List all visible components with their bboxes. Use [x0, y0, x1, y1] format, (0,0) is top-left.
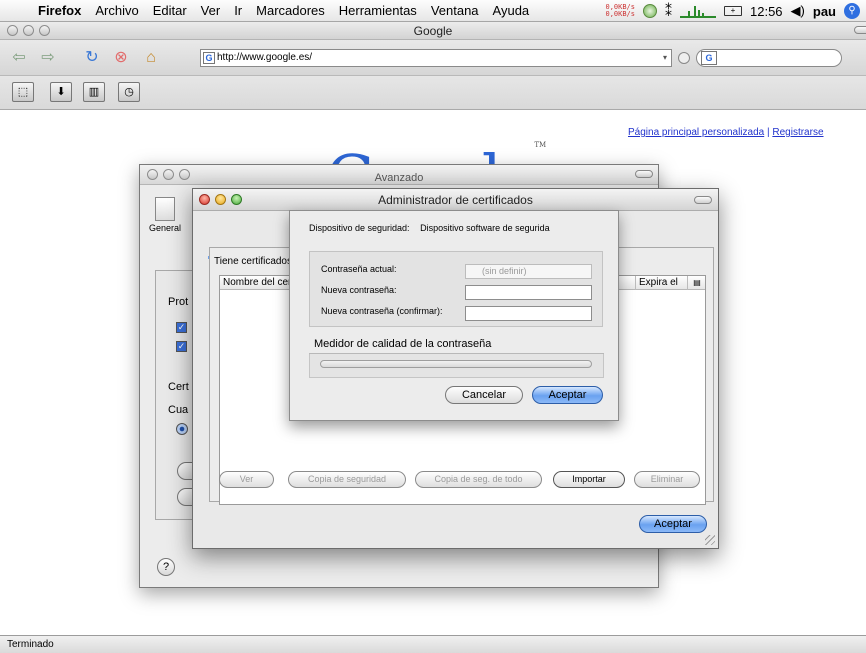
url-input[interactable]: G http://www.google.es/ ▾ — [200, 49, 672, 67]
menu-firefox[interactable]: Firefox — [34, 3, 88, 18]
backup-all-button: Copia de seg. de todo — [415, 471, 542, 488]
certificate-manager-title: Administrador de certificados — [378, 193, 533, 207]
navigation-toolbar: ⇦ ⇨ ↻ ⊗ ⌂ G http://www.google.es/ ▾ G — [0, 40, 866, 76]
menu-bar: Firefox Archivo Editar Ver Ir Marcadores… — [0, 0, 866, 22]
certificate-manager-title-bar: Administrador de certificados — [193, 189, 718, 211]
protection-label: Prot — [168, 296, 189, 308]
reload-icon[interactable]: ↻ — [81, 47, 103, 69]
current-password-label: Contraseña actual: — [321, 264, 397, 274]
confirm-password-label: Nueva contraseña (confirmar): — [321, 306, 443, 316]
save-page-icon[interactable]: ⬇ — [50, 82, 72, 102]
bookmarks-icon[interactable]: ▥ — [83, 82, 105, 102]
tab-general[interactable]: General — [146, 197, 184, 233]
column-picker-icon[interactable]: ▤ — [687, 276, 706, 290]
new-password-field[interactable] — [465, 285, 592, 300]
current-password-field: (sin definir) — [465, 264, 592, 279]
go-icon[interactable] — [678, 52, 690, 64]
history-icon[interactable]: ◷ — [118, 82, 140, 102]
user-name[interactable]: pau — [813, 4, 836, 19]
quality-meter — [309, 354, 604, 378]
radio-button[interactable] — [176, 423, 188, 435]
checkbox[interactable]: ✓ — [176, 341, 187, 352]
logo-tm: TM — [534, 141, 547, 149]
checkbox[interactable]: ✓ — [176, 322, 187, 333]
menu-ir[interactable]: Ir — [227, 3, 249, 18]
toolbar-toggle-button[interactable] — [694, 196, 712, 204]
link-separator: | — [766, 127, 770, 138]
search-input[interactable]: G — [696, 49, 842, 67]
you-have-label: Tiene certificados — [214, 256, 292, 267]
device-label: Dispositivo de seguridad: — [309, 223, 410, 233]
password-fields-group: Contraseña actual: (sin definir) Nueva c… — [309, 251, 603, 327]
toolbar-toggle-button[interactable] — [854, 26, 866, 34]
view-button: Ver — [219, 471, 274, 488]
register-link[interactable]: Registrarse — [772, 127, 823, 138]
certificates-label: Cert — [168, 381, 189, 393]
menu-archivo[interactable]: Archivo — [88, 3, 145, 18]
menu-ventana[interactable]: Ventana — [424, 3, 486, 18]
downloads-icon[interactable]: ⬚ — [12, 82, 34, 102]
general-icon — [155, 197, 175, 221]
backup-button: Copia de seguridad — [288, 471, 406, 488]
browser-title-bar: Google — [0, 22, 866, 40]
cancel-button[interactable]: Cancelar — [445, 386, 523, 404]
resize-grip[interactable] — [705, 535, 715, 545]
url-text: http://www.google.es/ — [217, 52, 313, 63]
disk-activity-icon — [643, 4, 657, 18]
status-bar: Terminado — [0, 635, 866, 653]
search-engine-icon[interactable]: G — [701, 51, 717, 65]
device-value: Dispositivo software de segurida — [420, 223, 550, 233]
back-arrow-icon[interactable]: ⇦ — [8, 47, 30, 69]
cpu-graph-icon — [680, 4, 716, 18]
quality-meter-label: Medidor de calidad de la contraseña — [314, 338, 492, 350]
menu-ayuda[interactable]: Ayuda — [486, 3, 537, 18]
menu-editar[interactable]: Editar — [146, 3, 194, 18]
import-button[interactable]: Importar — [553, 471, 625, 488]
menu-herramientas[interactable]: Herramientas — [332, 3, 424, 18]
column-name[interactable]: Nombre del cert — [223, 276, 294, 290]
bluetooth-icon[interactable]: ⁑ — [665, 3, 672, 20]
delete-button: Eliminar — [634, 471, 700, 488]
new-password-label: Nueva contraseña: — [321, 285, 397, 295]
net-down: 0,0KB/s — [605, 10, 635, 18]
tab-general-label: General — [148, 223, 182, 233]
forward-arrow-icon[interactable]: ⇨ — [37, 47, 59, 69]
column-expires[interactable]: Expira el — [635, 276, 678, 290]
home-icon[interactable]: ⌂ — [140, 47, 162, 69]
change-password-sheet: Dispositivo de seguridad: Dispositivo so… — [289, 210, 619, 421]
battery-icon[interactable]: + — [724, 6, 742, 16]
menu-marcadores[interactable]: Marcadores — [249, 3, 332, 18]
site-favicon-icon: G — [203, 52, 215, 64]
bookmarks-toolbar: ⬚ ⬇ ▥ ◷ — [0, 76, 866, 110]
chevron-down-icon[interactable]: ▾ — [663, 50, 667, 66]
spotlight-icon[interactable]: ⚲ — [844, 3, 860, 19]
when-label: Cua — [168, 404, 189, 416]
help-button[interactable]: ? — [157, 558, 175, 576]
network-monitor: 0,0KB/s 0,0KB/s — [605, 4, 635, 18]
browser-title: Google — [413, 24, 453, 38]
stop-icon[interactable]: ⊗ — [110, 47, 132, 69]
clock[interactable]: 12:56 — [750, 4, 783, 19]
preferences-title: Avanzado — [374, 172, 424, 184]
volume-icon[interactable]: ◀) — [791, 3, 805, 19]
personalized-home-link[interactable]: Página principal personalizada — [628, 127, 764, 138]
quality-meter-bar — [320, 360, 592, 368]
status-text: Terminado — [7, 639, 54, 650]
menu-ver[interactable]: Ver — [194, 3, 228, 18]
accept-button[interactable]: Aceptar — [532, 386, 603, 404]
toolbar-toggle-button[interactable] — [635, 170, 653, 178]
security-device-row: Dispositivo de seguridad: Dispositivo so… — [309, 223, 550, 233]
accept-button[interactable]: Aceptar — [639, 515, 707, 533]
top-links: Página principal personalizada | Registr… — [628, 127, 824, 138]
preferences-title-bar: Avanzado — [140, 165, 658, 185]
confirm-password-field[interactable] — [465, 306, 592, 321]
